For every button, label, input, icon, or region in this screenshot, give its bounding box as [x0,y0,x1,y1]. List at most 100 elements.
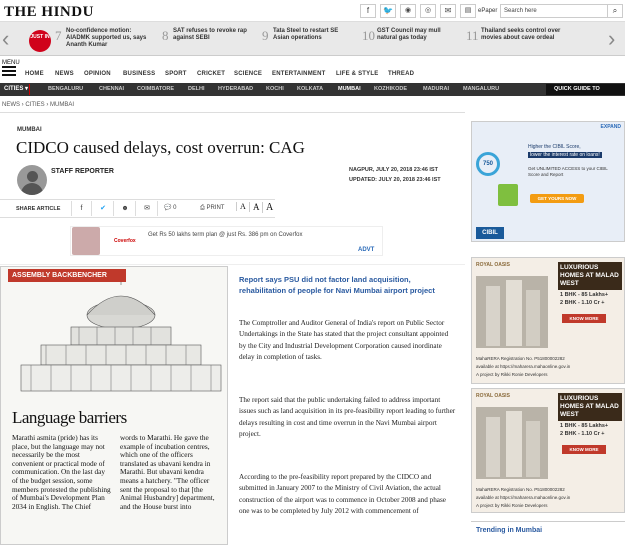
ad-fineprint: A project by Rikki Ronie Developers [476,372,548,377]
city-chennai[interactable]: CHENNAI [99,86,124,92]
ticker-item[interactable]: 8 SAT refuses to revoke rap against SEBI [162,26,252,52]
nav-thread[interactable]: THREAD [388,71,414,77]
city-bengaluru[interactable]: BENGALURU [48,86,83,92]
nav-entertainment[interactable]: ENTERTAINMENT [272,71,326,77]
mail-icon[interactable]: ✉ [137,201,158,216]
ad-fineprint: MahaRERA Registration No. P51800002282 [476,487,565,492]
nav-life-style[interactable]: LIFE & STYLE [336,71,378,77]
reddit-icon[interactable]: ☻ [115,201,136,216]
article-lead: Report says PSU did not factor land acqu… [239,275,435,295]
royal-oasis-ad[interactable]: ROYAL OASIS LUXURIOUS HOMES AT MALAD WES… [471,388,625,513]
divider [0,217,275,218]
updated-time: UPDATED: JULY 20, 2018 23:46 IST [349,177,441,183]
print-button[interactable]: ⎙ PRINT [200,201,224,216]
ad-price: 1 BHK - 85 Lakhs+ [560,292,609,298]
city-coimbatore[interactable]: COIMBATORE [137,86,174,92]
ticker-text: Tata Steel to restart SE Asian operation… [273,28,339,41]
font-size-medium[interactable]: A [249,202,260,212]
ad-fineprint: available at https://maharera.mahaonline… [476,364,571,369]
breadcrumb[interactable]: NEWS › CITIES › MUMBAI [2,102,74,108]
nav-cricket[interactable]: CRICKET [197,71,225,77]
cibil-logo: CIBIL [476,227,504,239]
hamburger-icon[interactable] [2,66,16,76]
city-kochi[interactable]: KOCHI [266,86,284,92]
score-gauge: 750 [476,152,500,176]
ticker-item[interactable]: 10 GST Council may mull natural gas today [362,26,457,52]
ticker-num: 10 [362,28,375,43]
nav-news[interactable]: NEWS [55,71,74,77]
instagram-icon[interactable]: ◎ [420,4,436,18]
comment-button[interactable]: 💬 0 [164,201,176,216]
share-label: SHARE ARTICLE [16,206,61,212]
clipping-title: Language barriers [12,408,127,427]
quick-guide-button[interactable]: QUICK GUIDE TO [546,84,625,95]
coin-icon [498,184,518,206]
city-hyderabad[interactable]: HYDERABAD [218,86,253,92]
city-mumbai-active[interactable]: MUMBAI [338,86,361,92]
facebook-icon[interactable]: f [360,4,376,18]
ad-price: 2 BHK - 1.10 Cr + [560,431,605,437]
comment-icon: 💬 [164,205,174,211]
clipping-column-1: Marathi asmita (pride) has its place, bu… [12,433,111,511]
ticker-text: SAT refuses to revoke rap against SEBI [173,28,247,41]
newspaper-icon[interactable]: ▤ [460,4,476,18]
epaper-link[interactable]: ePaper [478,8,497,14]
chevron-left-icon[interactable]: ‹ [2,27,9,51]
chevron-right-icon[interactable]: › [608,27,615,51]
twitter-icon[interactable]: 🐦 [380,4,396,18]
page-title: CIDCO caused delays, cost overrun: CAG [16,138,305,157]
search-icon[interactable]: ⌕ [607,4,623,18]
ad-text[interactable]: Get Rs 50 lakhs term plan @ just Rs. 386… [148,232,303,238]
city-delhi[interactable]: DELHI [188,86,205,92]
ad-image [72,227,100,255]
city-kozhikode[interactable]: KOZHIKODE [374,86,407,92]
section-label[interactable]: MUMBAI [17,127,42,133]
cibil-ad[interactable]: EXPAND 750 Higher the CIBIL Score, lower… [471,121,625,242]
royal-oasis-ad[interactable]: ROYAL OASIS LUXURIOUS HOMES AT MALAD WES… [471,257,625,384]
ad-fineprint: A project by Rikki Ronie Developers [476,503,548,508]
ad-brand: ROYAL OASIS [476,262,510,268]
get-yours-button[interactable]: GET YOURS NOW [530,194,584,203]
ticker-item[interactable]: 9 Tata Steel to restart SE Asian operatio… [262,26,357,52]
city-mangaluru[interactable]: MANGALURU [463,86,499,92]
expand-button[interactable]: EXPAND [601,124,621,130]
ticker-item[interactable]: 11 Thailand seeks control over movies abo… [466,26,586,52]
facebook-icon[interactable]: f [71,201,92,216]
nav-science[interactable]: SCIENCE [234,71,262,77]
divider [471,521,625,522]
ad-title: LUXURIOUS HOMES AT MALAD WEST [558,262,622,290]
comment-count: 0 [173,205,177,211]
divider [0,112,465,113]
font-size-small[interactable]: A [236,202,246,211]
ticker-text: No-confidence motion: AIADMK supported u… [66,28,147,48]
nav-opinion[interactable]: OPINION [84,71,111,77]
divider [0,199,275,200]
cities-dropdown[interactable]: CITIES ▾ [4,85,28,92]
know-more-button[interactable]: KNOW MORE [562,445,606,454]
nav-business[interactable]: BUSINESS [123,71,155,77]
cities-divider [29,84,30,95]
divider [0,264,465,265]
mail-icon[interactable]: ✉ [440,4,456,18]
ad-price: 1 BHK - 85 Lakhs+ [560,423,609,429]
trending-heading: Trending in Mumbai [476,527,543,534]
print-label: PRINT [206,205,225,211]
search-input[interactable]: Search here [500,4,608,18]
font-size-large[interactable]: A [262,202,273,213]
city-kolkata[interactable]: KOLKATA [297,86,323,92]
ticker-num: 7 [55,28,62,43]
site-logo[interactable]: THE HINDU [4,4,94,21]
just-in-badge: JUST IN [29,30,51,52]
twitter-icon[interactable]: ✔ [93,201,114,216]
nav-home[interactable]: HOME [25,71,44,77]
author-name[interactable]: STAFF REPORTER [51,168,114,175]
ad-line: Get UNLIMITED ACCESS to your CIBIL Score… [528,166,608,177]
rss-icon[interactable]: ◉ [400,4,416,18]
city-madurai[interactable]: MADURAI [423,86,449,92]
ticker-item[interactable]: 7 No-confidence motion: AIADMK supported … [55,26,155,52]
article-paragraph: According to the pre-feasibility report … [239,473,446,516]
know-more-button[interactable]: KNOW MORE [562,314,606,323]
avatar [17,165,47,195]
nav-sport[interactable]: SPORT [165,71,187,77]
article-paragraph: The report said that the public undertak… [239,396,456,439]
